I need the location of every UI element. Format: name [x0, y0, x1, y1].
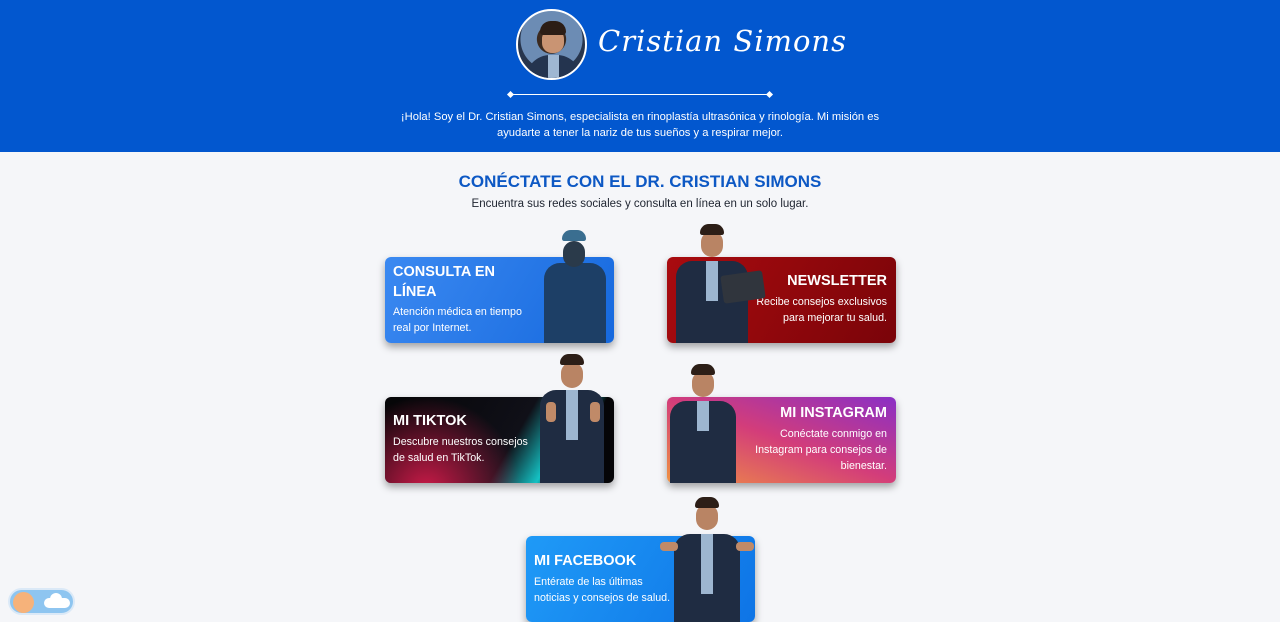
doctor-avatar: [516, 9, 587, 80]
card-title: CONSULTA EN LÍNEA: [393, 264, 496, 300]
doctor-photo-tiktok: [532, 352, 612, 483]
doctor-photo-consulta: [538, 227, 610, 343]
doctor-photo-facebook: [660, 496, 756, 622]
doctor-photo-instagram: [668, 363, 740, 483]
cloud-icon: [44, 593, 70, 608]
card-description: Recibe consejos exclusivos para mejorar t…: [756, 296, 887, 324]
signature-logo: Cristian Simons: [598, 24, 847, 58]
card-description: Atención médica en tiempo real por Intern…: [393, 306, 522, 334]
card-description: Descubre nuestros consejos de salud en Ti…: [393, 436, 528, 464]
theme-toggle[interactable]: [8, 588, 75, 615]
divider: [510, 94, 770, 95]
card-title: MI FACEBOOK: [534, 553, 637, 569]
card-title: MI INSTAGRAM: [780, 405, 887, 421]
section-title: CONÉCTATE CON EL DR. CRISTIAN SIMONS: [458, 172, 822, 191]
hero-header: Cristian Simons ¡Hola! Soy el Dr. Cristi…: [0, 0, 1280, 152]
card-description: Entérate de las últimas noticias y consej…: [534, 576, 671, 604]
sun-icon: [13, 592, 34, 613]
card-description: Conéctate conmigo en Instagram para conse…: [755, 428, 887, 472]
intro-text: ¡Hola! Soy el Dr. Cristian Simons, espec…: [400, 111, 880, 139]
card-title: NEWSLETTER: [787, 273, 887, 289]
card-title: MI TIKTOK: [393, 413, 467, 429]
doctor-photo-newsletter: [672, 221, 768, 343]
section-subtitle: Encuentra sus redes sociales y consulta …: [471, 198, 809, 210]
